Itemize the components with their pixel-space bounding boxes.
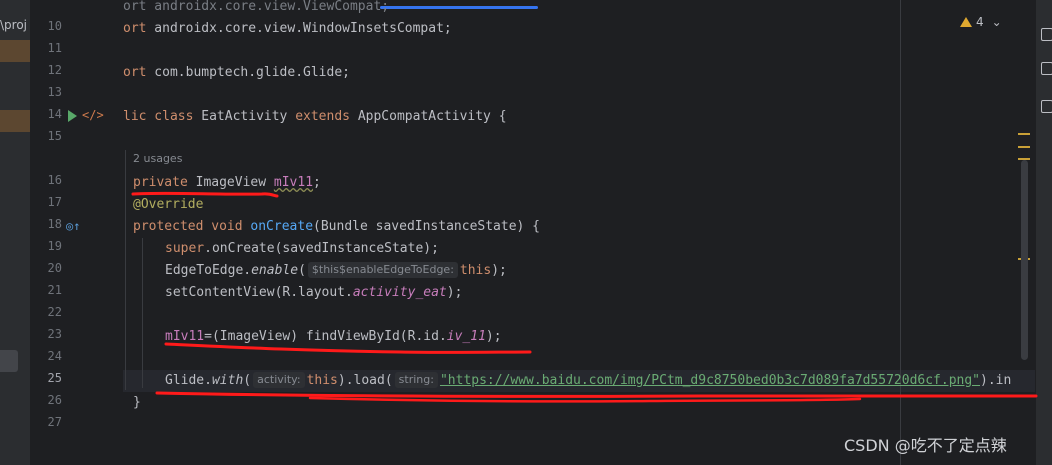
red-underline [308,396,862,403]
red-underline [155,391,1038,398]
csdn-watermark: CSDN @吃不了定点辣 [844,436,1007,455]
red-underline [164,342,532,354]
red-underline [131,191,279,198]
red-annotation-strokes [131,191,1038,403]
